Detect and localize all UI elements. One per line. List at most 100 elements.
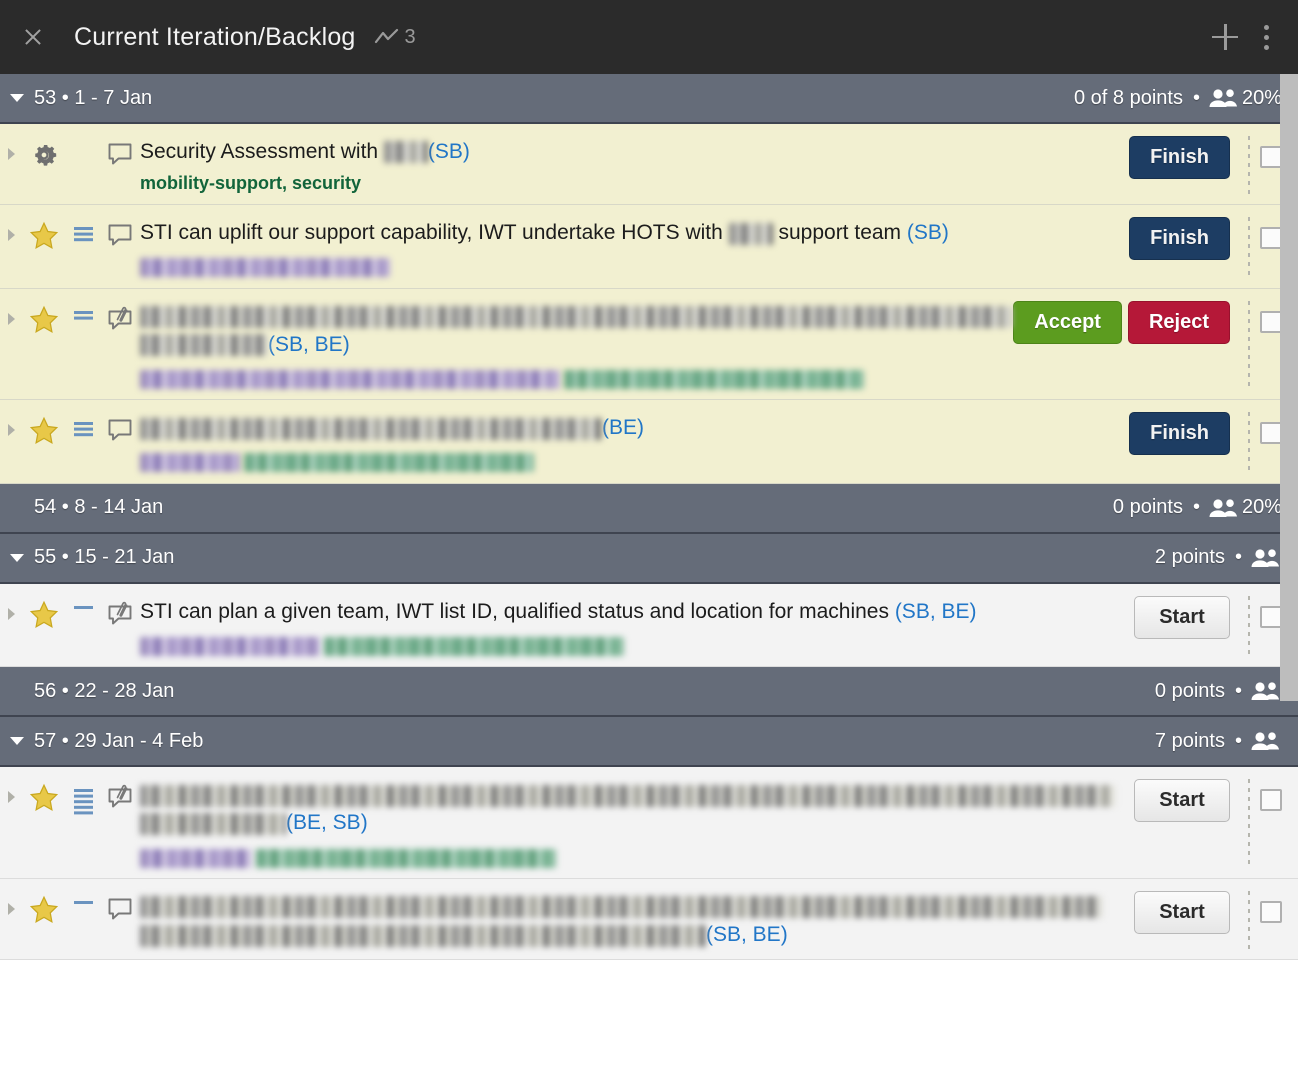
- action-divider: [1248, 301, 1250, 390]
- iteration-collapse-caret[interactable]: [8, 737, 26, 745]
- star-icon[interactable]: [29, 416, 59, 446]
- story-owners: (SB): [428, 140, 470, 163]
- story-owners: (SB): [907, 221, 949, 244]
- story-actions: Start: [1134, 777, 1238, 822]
- story-row[interactable]: (BE) Finish: [0, 400, 1298, 483]
- start-button[interactable]: Start: [1134, 596, 1230, 639]
- estimate-icon[interactable]: [74, 901, 93, 907]
- story-body: (SB, BE): [140, 889, 1134, 950]
- story-row[interactable]: Security Assessment with (SB) mobility-s…: [0, 124, 1298, 205]
- story-expand-caret[interactable]: [0, 889, 22, 915]
- story-labels[interactable]: [140, 368, 1007, 389]
- estimate-icon[interactable]: [74, 606, 93, 612]
- comment-icon[interactable]: [106, 895, 134, 923]
- redacted-text: [384, 141, 428, 163]
- story-row[interactable]: (BE, SB) Start: [0, 767, 1298, 879]
- comment-icon[interactable]: [106, 416, 134, 444]
- story-expand-caret[interactable]: [0, 410, 22, 436]
- iteration-collapse-caret[interactable]: [8, 554, 26, 562]
- vertical-scrollbar[interactable]: [1280, 74, 1298, 701]
- story-select-checkbox[interactable]: [1260, 889, 1284, 923]
- story-owners: (SB, BE): [895, 600, 977, 623]
- estimate-icon[interactable]: [74, 422, 93, 439]
- redacted-text: [140, 306, 1012, 328]
- story-body: (BE, SB): [140, 777, 1134, 868]
- story-labels[interactable]: [140, 847, 1128, 868]
- overflow-menu-icon[interactable]: [1264, 25, 1272, 50]
- story-body: Security Assessment with (SB) mobility-s…: [140, 134, 1129, 194]
- star-icon[interactable]: [29, 895, 59, 925]
- story-title: [140, 893, 1128, 921]
- story-note-icon-cell: [100, 410, 140, 444]
- redacted-text: [244, 453, 534, 472]
- redacted-text: [140, 637, 320, 656]
- story-expand-caret[interactable]: [0, 594, 22, 620]
- start-button[interactable]: Start: [1134, 779, 1230, 822]
- iteration-summary: 7 points •: [1155, 730, 1282, 753]
- iteration-label: 54 • 8 - 14 Jan: [34, 496, 163, 519]
- paperclip-comment-icon[interactable]: [106, 600, 134, 628]
- paperclip-comment-icon[interactable]: [106, 783, 134, 811]
- story-body: STI can uplift our support capability, I…: [140, 215, 1129, 277]
- story-note-icon-cell: [100, 594, 140, 628]
- iteration-percent: 20%: [1242, 87, 1282, 110]
- story-labels[interactable]: [140, 635, 1128, 656]
- gear-icon[interactable]: [29, 140, 59, 170]
- chart-count-group[interactable]: 3: [374, 26, 416, 49]
- reject-button[interactable]: Reject: [1128, 301, 1230, 344]
- estimate-icon[interactable]: [74, 227, 93, 244]
- story-note-icon-cell: [100, 134, 140, 168]
- finish-button[interactable]: Finish: [1129, 412, 1230, 455]
- finish-button[interactable]: Finish: [1129, 136, 1230, 179]
- estimate-icon[interactable]: [74, 311, 93, 322]
- iteration-header[interactable]: 57 • 29 Jan - 4 Feb 7 points •: [0, 717, 1298, 767]
- iteration-header[interactable]: 55 • 15 - 21 Jan 2 points •: [0, 534, 1298, 584]
- story-row[interactable]: (SB, BE) Start: [0, 879, 1298, 961]
- title-bar: Current Iteration/Backlog 3: [0, 0, 1298, 74]
- story-expand-caret[interactable]: [0, 299, 22, 325]
- close-icon[interactable]: [16, 20, 50, 54]
- iteration-header[interactable]: 54 • 8 - 14 Jan 0 points • 20%: [0, 484, 1298, 534]
- estimate-icon[interactable]: [74, 789, 93, 817]
- star-icon[interactable]: [29, 305, 59, 335]
- story-expand-caret[interactable]: [0, 777, 22, 803]
- iteration-summary: 2 points •: [1155, 546, 1282, 569]
- star-icon[interactable]: [29, 600, 59, 630]
- iteration-separator: •: [1235, 730, 1242, 753]
- redacted-text: [140, 370, 560, 389]
- star-icon[interactable]: [29, 783, 59, 813]
- start-button[interactable]: Start: [1134, 891, 1230, 934]
- story-labels[interactable]: mobility-support, security: [140, 173, 1123, 194]
- story-expand-caret[interactable]: [0, 134, 22, 160]
- redacted-text: [140, 258, 390, 277]
- story-select-checkbox[interactable]: [1260, 777, 1284, 811]
- story-row[interactable]: STI can uplift our support capability, I…: [0, 205, 1298, 288]
- story-actions: Finish: [1129, 215, 1238, 260]
- people-icon: [1208, 87, 1240, 109]
- story-note-icon-cell: [100, 777, 140, 811]
- story-labels[interactable]: [140, 257, 1123, 278]
- story-row[interactable]: STI can plan a given team, IWT list ID, …: [0, 584, 1298, 667]
- story-estimate-cell: [66, 777, 100, 817]
- iteration-collapse-caret[interactable]: [8, 94, 26, 102]
- iteration-separator: •: [1235, 546, 1242, 569]
- story-type-icon-cell: [22, 134, 66, 170]
- comment-icon[interactable]: [106, 221, 134, 249]
- story-labels[interactable]: [140, 452, 1123, 473]
- accept-button[interactable]: Accept: [1013, 301, 1122, 344]
- add-story-icon[interactable]: [1210, 22, 1240, 52]
- iteration-summary: 0 points •: [1155, 680, 1282, 703]
- paperclip-comment-icon[interactable]: [106, 305, 134, 333]
- iteration-header[interactable]: 56 • 22 - 28 Jan 0 points •: [0, 667, 1298, 717]
- story-type-icon-cell: [22, 777, 66, 813]
- story-title: Security Assessment with (SB): [140, 138, 1123, 166]
- iteration-separator: •: [1193, 496, 1200, 519]
- story-expand-caret[interactable]: [0, 215, 22, 241]
- story-row[interactable]: (SB, BE) AcceptReject: [0, 289, 1298, 401]
- iteration-header[interactable]: 53 • 1 - 7 Jan 0 of 8 points • 20%: [0, 74, 1298, 124]
- star-icon[interactable]: [29, 221, 59, 251]
- story-note-icon-cell: [100, 299, 140, 333]
- iteration-label: 55 • 15 - 21 Jan: [34, 546, 174, 569]
- comment-icon[interactable]: [106, 140, 134, 168]
- finish-button[interactable]: Finish: [1129, 217, 1230, 260]
